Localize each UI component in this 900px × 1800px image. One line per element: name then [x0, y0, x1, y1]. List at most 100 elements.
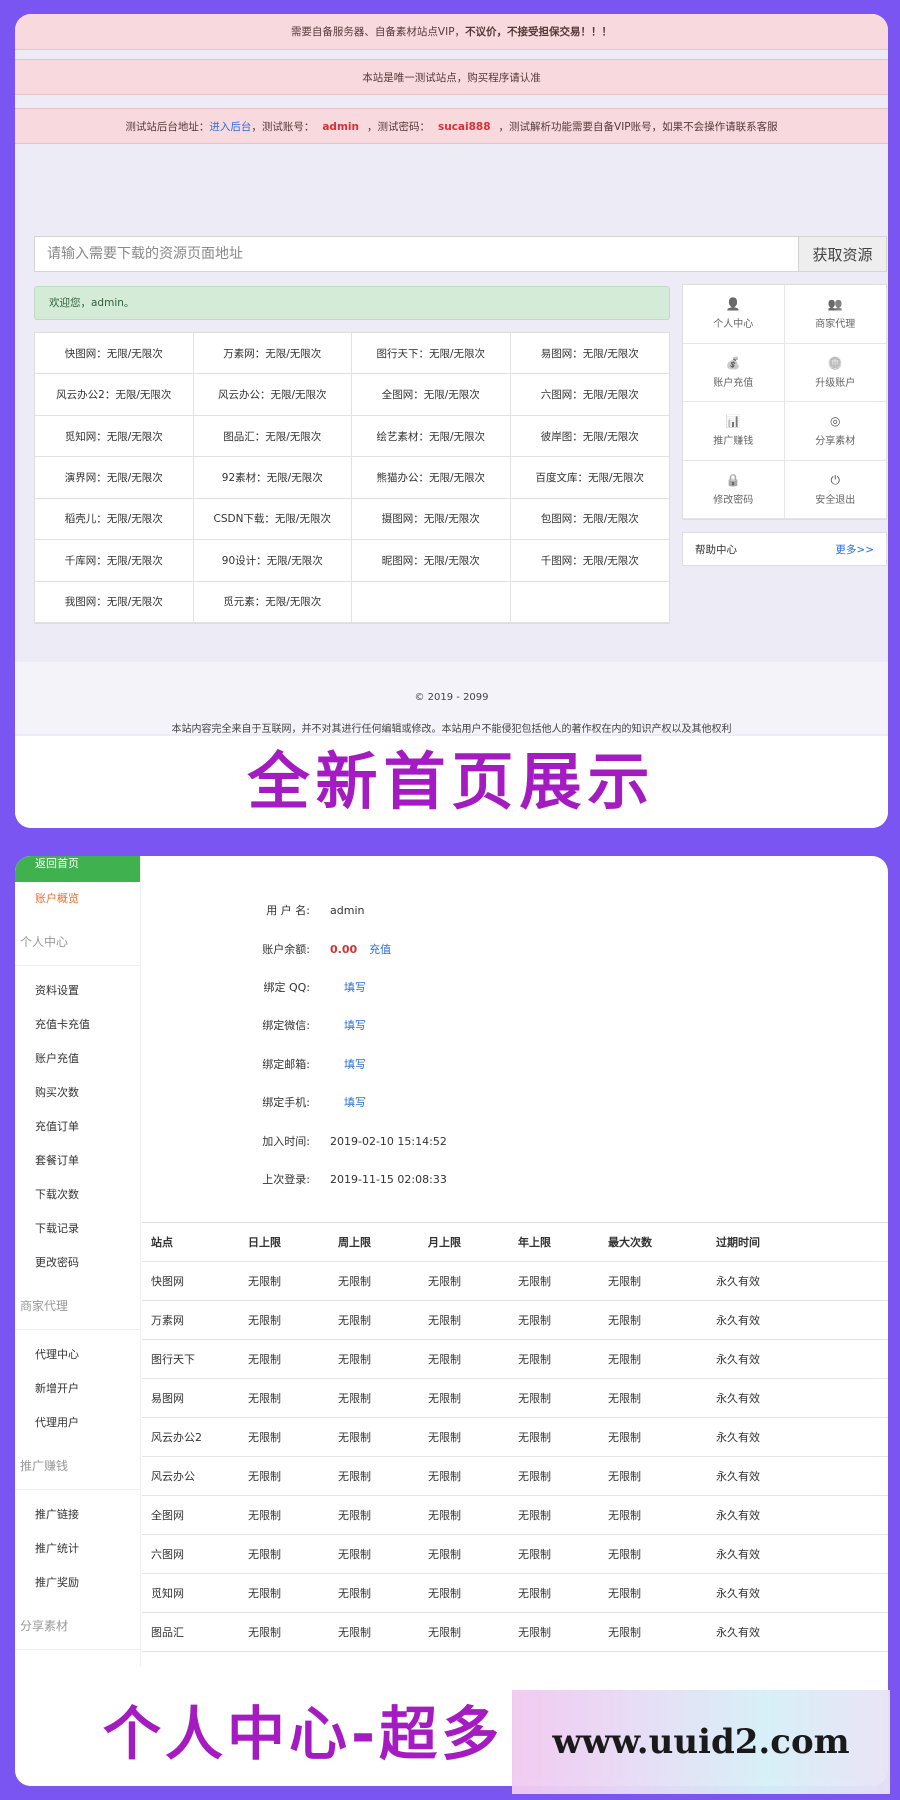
username-label: 用 户 名: — [266, 904, 310, 917]
footer-disclaimer: 本站内容完全来自于互联网，并不对其进行任何编辑或修改。本站用户不能侵犯包括他人的… — [171, 724, 732, 735]
quick-menu-item[interactable]: 👤 个人中心 — [683, 285, 785, 344]
quick-menu-item[interactable]: ◎ 分享素材 — [784, 402, 886, 461]
table-cell: 永久有效 — [716, 1275, 760, 1288]
email-row: 绑定邮箱: 填写 — [142, 1054, 888, 1074]
table-header-cell: 月上限 — [428, 1236, 461, 1249]
table-cell: 无限制 — [608, 1392, 641, 1405]
resource-url-input[interactable] — [35, 237, 798, 271]
site-quota-cell: 90设计：无限/无限次 — [193, 540, 352, 582]
nav-item[interactable]: 套餐订单 — [15, 1144, 140, 1178]
table-header-cell: 日上限 — [248, 1236, 281, 1249]
table-cell: 无限制 — [428, 1587, 461, 1600]
help-center-title: 帮助中心 — [695, 543, 737, 556]
nav-item[interactable]: 推广奖励 — [15, 1566, 140, 1600]
table-cell: 无限制 — [428, 1470, 461, 1483]
nav-item[interactable]: 购买次数 — [15, 1076, 140, 1110]
bind-wechat-link[interactable]: 填写 — [344, 1017, 366, 1033]
quick-menu-item[interactable]: 💰 账户充值 — [683, 343, 785, 402]
notice-text: 本站是唯一测试站点，购买程序请认准 — [362, 72, 541, 84]
table-cell: 无限制 — [608, 1548, 641, 1561]
get-resource-button[interactable]: 获取资源 — [798, 237, 886, 271]
table-row: 风云办公 无限制 无限制 无限制 无限制 无限制 永久有效 — [142, 1457, 888, 1496]
nav-item[interactable]: 下载次数 — [15, 1178, 140, 1212]
nav-item[interactable]: 充值卡充值 — [15, 1008, 140, 1042]
user-center-preview-card: 返回首页 账户概览 个人中心 资料设置 充值卡充值 账户充值 购买次数 充值订单 套餐订单下… — [15, 856, 888, 1786]
nav-item[interactable]: 推广统计 — [15, 1532, 140, 1566]
site-quota-cell: 彼岸图：无限/无限次 — [510, 416, 669, 458]
quick-menu-item[interactable]: ⏻ 安全退出 — [784, 461, 886, 519]
table-cell: 六图网 — [151, 1548, 184, 1561]
bind-qq-link[interactable]: 填写 — [344, 979, 366, 995]
table-cell: 无限制 — [248, 1626, 281, 1639]
nav-item[interactable]: 代理中心 — [15, 1338, 140, 1372]
table-cell: 无限制 — [338, 1626, 371, 1639]
table-cell: 无限制 — [338, 1587, 371, 1600]
site-quota-cell: 绘艺素材：无限/无限次 — [352, 415, 511, 458]
table-cell: 无限制 — [428, 1431, 461, 1444]
table-cell: 无限制 — [338, 1275, 371, 1288]
nav-item[interactable]: 新增开户 — [15, 1372, 140, 1406]
qq-row: 绑定 QQ: 填写 — [142, 977, 888, 997]
notice-text: 测试站后台地址： — [125, 121, 210, 133]
table-cell: 无限制 — [518, 1548, 551, 1561]
bind-email-link[interactable]: 填写 — [344, 1056, 366, 1072]
lock-icon: 🔒 — [725, 472, 741, 487]
table-cell: 无限制 — [518, 1314, 551, 1327]
coins-icon: 🪙 — [827, 355, 843, 370]
resource-search-bar: 获取资源 — [34, 236, 887, 272]
table-header-cell: 周上限 — [338, 1236, 371, 1249]
table-cell: 无限制 — [608, 1314, 641, 1327]
table-cell: 无限制 — [338, 1392, 371, 1405]
table-header-cell: 最大次数 — [608, 1236, 652, 1249]
nav-item[interactable]: 账户充值 — [15, 1042, 140, 1076]
table-cell: 全图网 — [151, 1509, 184, 1522]
site-quota-cell: 觅知网：无限/无限次 — [35, 415, 194, 458]
notice-text: 需要自备服务器、自备素材站点VIP， — [290, 26, 466, 38]
nav-item[interactable]: 代理用户 — [15, 1406, 140, 1440]
table-cell: 风云办公2 — [151, 1431, 202, 1444]
notice-text: ，测试密码： — [366, 121, 430, 133]
test-password: sucai888 — [437, 121, 491, 133]
joined-row: 加入时间: 2019-02-10 15:14:52 — [142, 1131, 888, 1151]
nav-item[interactable]: 推广链接 — [15, 1498, 140, 1532]
table-cell: 无限制 — [428, 1509, 461, 1522]
help-more-link[interactable]: 更多>> — [835, 542, 874, 557]
quick-menu-item[interactable]: 👥 商家代理 — [784, 285, 886, 344]
nav-item[interactable]: 下载记录 — [15, 1212, 140, 1246]
table-cell: 无限制 — [518, 1392, 551, 1405]
table-cell: 无限制 — [428, 1314, 461, 1327]
quick-menu-item[interactable]: 🪙 升级账户 — [784, 344, 886, 402]
table-cell: 无限制 — [518, 1431, 551, 1444]
table-cell: 无限制 — [248, 1314, 281, 1327]
recharge-link[interactable]: 充值 — [369, 943, 391, 956]
quick-menu-item[interactable]: 🔒 修改密码 — [683, 460, 785, 519]
table-cell: 无限制 — [428, 1392, 461, 1405]
site-quota-cell: 风云办公：无限/无限次 — [193, 374, 352, 416]
table-cell: 无限制 — [608, 1626, 641, 1639]
quick-menu-item[interactable]: 📊 推广赚钱 — [683, 402, 785, 461]
nav-item[interactable]: 更改密码 — [15, 1246, 140, 1280]
nav-item[interactable]: 充值订单 — [15, 1110, 140, 1144]
table-cell: 无限制 — [248, 1509, 281, 1522]
quick-menu-label: 推广赚钱 — [713, 436, 754, 448]
nav-item[interactable]: 资料设置 — [15, 974, 140, 1008]
table-cell: 无限制 — [248, 1392, 281, 1405]
user-center-sidebar: 返回首页 账户概览 个人中心 资料设置 充值卡充值 账户充值 购买次数 充值订单 套餐订单下… — [15, 856, 141, 1666]
site-quota-cell: 风云办公2：无限/无限次 — [35, 374, 194, 416]
admin-backend-link[interactable]: 进入后台 — [209, 121, 251, 133]
notice-bar-official: 本站是唯一测试站点，购买程序请认准 — [15, 59, 888, 95]
table-cell: 无限制 — [608, 1470, 641, 1483]
bind-phone-link[interactable]: 填写 — [344, 1094, 366, 1110]
money-bag-icon: 💰 — [725, 355, 741, 370]
site-quota-cell: 快图网：无限/无限次 — [35, 333, 194, 375]
table-cell: 无限制 — [518, 1275, 551, 1288]
quick-menu-label: 个人中心 — [713, 319, 754, 331]
site-quota-table: 站点 日上限 周上限 月上限 年上限 最大次数 过期时间 快图网 无限制 无限制 无限制 无限制 无限制… — [142, 1222, 888, 1652]
homepage-preview-card: 需要自备服务器、自备素材站点VIP，不议价，不接受担保交易！！！ 本站是唯一测试… — [15, 14, 888, 828]
site-quota-cell: 演界网：无限/无限次 — [35, 457, 194, 499]
account-overview-link[interactable]: 账户概览 — [15, 882, 140, 916]
nav-section-title: 个人中心 — [15, 916, 140, 966]
back-home-button[interactable]: 返回首页 — [15, 856, 140, 882]
